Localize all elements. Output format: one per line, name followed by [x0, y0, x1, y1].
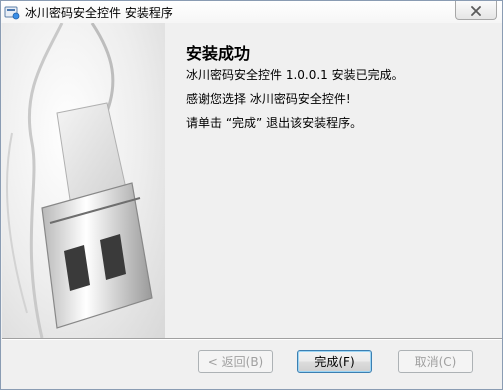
exit-instruction: 请单击 “完成” 退出该安装程序。 [186, 116, 363, 130]
title-bar[interactable]: 冰川密码安全控件 安装程序 [1, 1, 502, 23]
installer-window: 冰川密码安全控件 安装程序 安装成功 冰川密码安全控件 1.0.0.1 安装已完… [0, 0, 503, 390]
completion-message: 冰川密码安全控件 1.0.0.1 安装已完成。 [186, 68, 404, 82]
window-title: 冰川密码安全控件 安装程序 [25, 5, 173, 20]
usb-plug-image [2, 23, 165, 338]
installer-icon [4, 4, 20, 20]
close-icon [470, 1, 482, 20]
close-button[interactable] [455, 1, 497, 20]
cancel-button[interactable]: 取消(C) [398, 350, 473, 373]
back-button[interactable]: < 返回(B) [198, 350, 273, 373]
page-title: 安装成功 [186, 44, 251, 63]
content-panel: 安装成功 冰川密码安全控件 1.0.0.1 安装已完成。 感谢您选择 冰川密码安… [165, 23, 502, 338]
finish-button[interactable]: 完成(F) [297, 350, 372, 373]
thank-you-message: 感谢您选择 冰川密码安全控件! [186, 92, 351, 106]
button-separator [2, 338, 502, 340]
